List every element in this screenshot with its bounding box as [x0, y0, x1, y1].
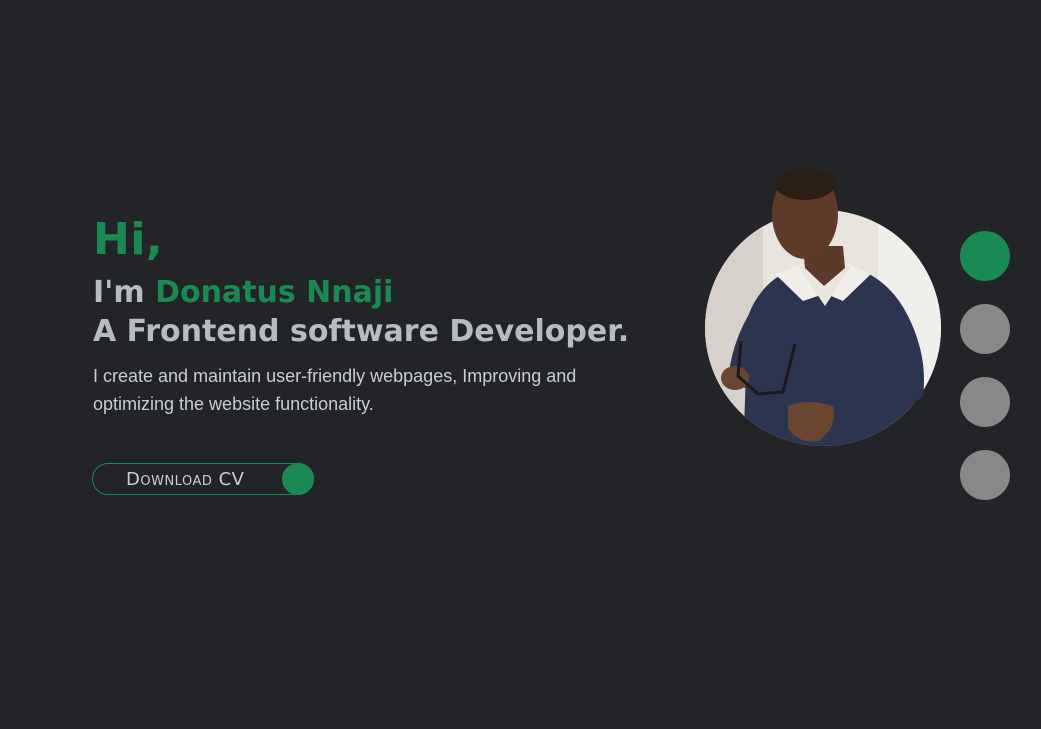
- intro-heading: I'm Donatus Nnaji: [93, 274, 653, 312]
- pagination-dot-1[interactable]: [960, 231, 1010, 281]
- hero-text-block: Hi, I'm Donatus Nnaji A Frontend softwar…: [93, 212, 653, 418]
- pagination-dot-4[interactable]: [960, 450, 1010, 500]
- download-cv-label: Download CV: [126, 469, 245, 490]
- hero-section: Hi, I'm Donatus Nnaji A Frontend softwar…: [0, 0, 1041, 729]
- role-heading: A Frontend software Developer.: [93, 314, 630, 349]
- developer-name: Donatus Nnaji: [155, 275, 394, 310]
- greeting-heading: Hi,: [93, 214, 164, 265]
- intro-prefix: I'm: [93, 275, 145, 310]
- profile-photo-illustration: [705, 168, 941, 446]
- download-cv-dot-icon: [282, 463, 314, 495]
- profile-photo: [703, 166, 943, 456]
- download-cv-button[interactable]: Download CV: [92, 463, 314, 495]
- section-pagination: [960, 231, 1010, 523]
- pagination-dot-3[interactable]: [960, 377, 1010, 427]
- pagination-dot-2[interactable]: [960, 304, 1010, 354]
- hero-description: I create and maintain user-friendly webp…: [93, 366, 577, 414]
